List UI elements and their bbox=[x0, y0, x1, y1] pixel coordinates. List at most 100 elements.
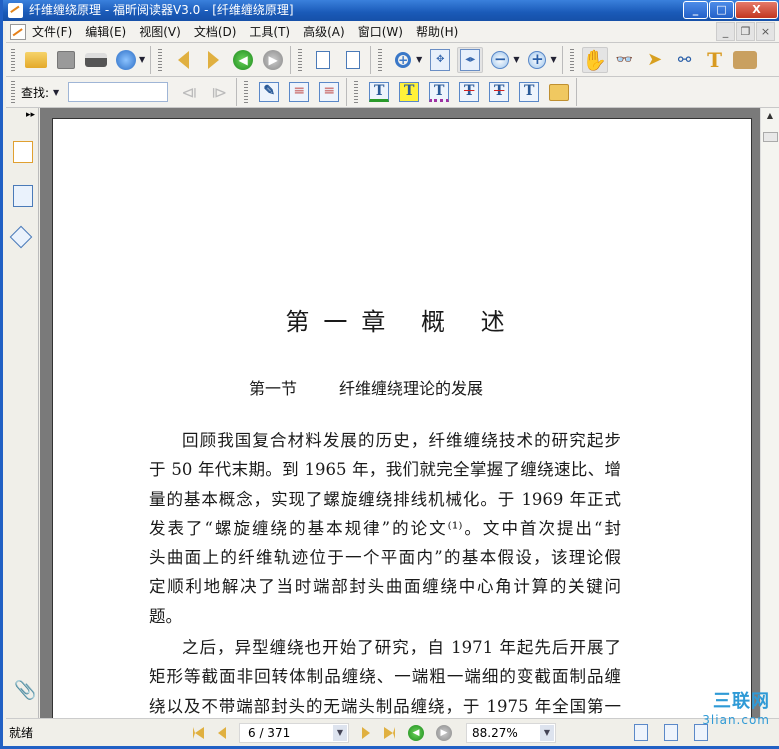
bookmarks-panel-icon[interactable] bbox=[13, 141, 33, 163]
pencil-note-icon: ✎ bbox=[259, 82, 280, 102]
rotate-cw-button[interactable] bbox=[310, 47, 336, 73]
prev-page-button[interactable] bbox=[218, 726, 226, 739]
close-button[interactable]: X bbox=[735, 1, 778, 19]
find-tool-button[interactable]: ⚯ bbox=[672, 47, 698, 73]
fit-width-button[interactable]: ◂▸ bbox=[457, 46, 484, 73]
text-squiggly-icon: T bbox=[429, 82, 450, 102]
menu-advanced[interactable]: 高级(A) bbox=[303, 23, 345, 40]
typewriter-button[interactable]: ✎ bbox=[256, 79, 282, 105]
scroll-thumb[interactable] bbox=[763, 132, 778, 142]
highlight-button[interactable]: T bbox=[396, 79, 422, 105]
forward-button[interactable]: ▶ bbox=[260, 47, 286, 73]
text-highlight-icon: T bbox=[399, 82, 420, 102]
back-view-icon[interactable]: ◀ bbox=[408, 724, 424, 741]
zoom-level: 88.27% bbox=[472, 725, 518, 740]
continuous-view-icon[interactable] bbox=[664, 724, 678, 741]
expand-sidebar-button[interactable]: ▸▸ bbox=[26, 110, 35, 120]
email-button[interactable] bbox=[113, 47, 139, 73]
minimize-button[interactable]: _ bbox=[683, 1, 708, 19]
find-input[interactable] bbox=[68, 82, 169, 102]
toolbar-grip[interactable] bbox=[11, 81, 15, 103]
rotate-ccw-button[interactable] bbox=[340, 47, 366, 73]
text-line: 之后，异型缠绕也开始了研究，自 1971 年起先后开展了 bbox=[182, 638, 621, 657]
reading-mode-button[interactable]: 👓 bbox=[612, 47, 638, 73]
zoom-out-button[interactable]: − bbox=[487, 47, 513, 73]
maximize-button[interactable]: □ bbox=[709, 1, 734, 19]
first-page-button[interactable] bbox=[193, 726, 204, 739]
single-page-view-icon[interactable] bbox=[634, 724, 648, 741]
layers-panel-icon[interactable] bbox=[9, 225, 33, 249]
title-bar: 纤维缠绕原理 - 福昕阅读器V3.0 - [纤维缠绕原理] _ □ X bbox=[3, 0, 779, 21]
zoom-tool-button[interactable]: + bbox=[390, 47, 416, 73]
previous-page-button[interactable] bbox=[170, 47, 196, 73]
zoom-out-dropdown[interactable]: ▼ bbox=[513, 55, 519, 64]
open-button[interactable] bbox=[23, 47, 49, 73]
underline-button[interactable]: T bbox=[366, 79, 392, 105]
thumbnails-panel-icon[interactable] bbox=[13, 185, 33, 207]
forward-view-icon[interactable]: ▶ bbox=[436, 724, 452, 741]
pencil-lines-icon: ≡ bbox=[289, 82, 310, 102]
menu-window[interactable]: 窗口(W) bbox=[358, 23, 403, 40]
lines-button[interactable]: ≡ bbox=[316, 79, 342, 105]
replace-text-button[interactable]: T bbox=[486, 79, 512, 105]
hand-tool-button[interactable]: ✋ bbox=[581, 46, 608, 73]
rotate-clockwise-icon bbox=[316, 50, 331, 69]
toolbar-grip[interactable] bbox=[11, 48, 15, 71]
save-button[interactable] bbox=[53, 47, 79, 73]
email-dropdown[interactable]: ▼ bbox=[139, 55, 145, 64]
text-line: 题。 bbox=[149, 606, 182, 626]
find-options-dropdown[interactable]: ▼ bbox=[53, 88, 59, 97]
page-number: 6 / 371 bbox=[248, 725, 291, 740]
menu-edit[interactable]: 编辑(E) bbox=[85, 23, 126, 40]
document-icon[interactable] bbox=[10, 23, 26, 40]
menu-tools[interactable]: 工具(T) bbox=[249, 23, 290, 40]
section-title: 纤维缠绕理论的发展 bbox=[339, 379, 484, 398]
print-button[interactable] bbox=[83, 47, 109, 73]
doc-minimize-button[interactable]: _ bbox=[716, 22, 735, 41]
text-select-button[interactable]: T bbox=[702, 47, 728, 73]
watermark: 三联网 3lian.com bbox=[702, 691, 770, 728]
arrow-right-icon bbox=[207, 50, 219, 69]
zoom-level-input[interactable]: 88.27% ▼ bbox=[466, 722, 556, 743]
pencil-button[interactable]: ≡ bbox=[286, 79, 312, 105]
zoom-dropdown[interactable]: ▼ bbox=[540, 724, 554, 741]
window-title: 纤维缠绕原理 - 福昕阅读器V3.0 - [纤维缠绕原理] bbox=[29, 3, 294, 17]
page-number-input[interactable]: 6 / 371 ▼ bbox=[239, 722, 349, 743]
magnifier-icon: + bbox=[395, 51, 412, 68]
find-toolbar: 查找: ▼ ⧏ ⧐ ✎ ≡ ≡ T T T T T T bbox=[6, 77, 779, 108]
zoom-in-dropdown[interactable]: ▼ bbox=[550, 55, 556, 64]
vertical-scrollbar[interactable]: ▲ bbox=[760, 108, 779, 718]
scroll-up-button[interactable]: ▲ bbox=[761, 108, 779, 124]
zoom-in-button[interactable]: + bbox=[524, 47, 550, 73]
status-bar: 就绪 6 / 371 ▼ ◀ ▶ 88.27% ▼ bbox=[6, 718, 779, 746]
fit-page-button[interactable]: ✥ bbox=[427, 47, 453, 73]
text-line: 矩形等截面非回转体制品缠绕、一端粗一端细的变截面制品缠 bbox=[149, 667, 621, 687]
attachments-paperclip-icon[interactable]: 📎 bbox=[14, 680, 36, 701]
doc-restore-button[interactable]: ❐ bbox=[736, 22, 755, 41]
squiggly-button[interactable]: T bbox=[426, 79, 452, 105]
menu-help[interactable]: 帮助(H) bbox=[416, 23, 458, 40]
doc-close-button[interactable]: × bbox=[756, 22, 775, 41]
insert-text-button[interactable]: T bbox=[516, 79, 542, 105]
binoculars-icon: ⚯ bbox=[677, 50, 692, 69]
menu-file[interactable]: 文件(F) bbox=[32, 23, 72, 40]
paragraph: 回顾我国复合材料发展的历史，纤维缠绕技术的研究起步 于 50 年代末期。到 19… bbox=[149, 426, 621, 631]
note-button[interactable] bbox=[546, 79, 572, 105]
menu-view[interactable]: 视图(V) bbox=[139, 23, 181, 40]
chapter-title: 第一章 概 述 bbox=[285, 308, 519, 336]
next-page-button[interactable] bbox=[362, 726, 370, 739]
page-dropdown[interactable]: ▼ bbox=[333, 724, 347, 741]
find-previous-button[interactable]: ⧏ bbox=[176, 79, 202, 105]
zoom-tool-dropdown[interactable]: ▼ bbox=[416, 55, 422, 64]
select-tool-button[interactable]: ➤ bbox=[642, 47, 668, 73]
menu-document[interactable]: 文档(D) bbox=[194, 23, 237, 40]
find-next-button[interactable]: ⧐ bbox=[206, 79, 232, 105]
fit-width-icon: ◂▸ bbox=[460, 48, 481, 71]
document-view[interactable]: 第一章 概 述 第一节 纤维缠绕理论的发展 回顾我国复合材料发展的历史，纤维缠绕技… bbox=[40, 108, 760, 718]
text-underline-icon: T bbox=[369, 82, 390, 102]
last-page-button[interactable] bbox=[384, 726, 395, 739]
back-button[interactable]: ◀ bbox=[230, 47, 256, 73]
strikeout-button[interactable]: T bbox=[456, 79, 482, 105]
next-page-button[interactable] bbox=[200, 47, 226, 73]
snapshot-button[interactable] bbox=[732, 47, 758, 73]
